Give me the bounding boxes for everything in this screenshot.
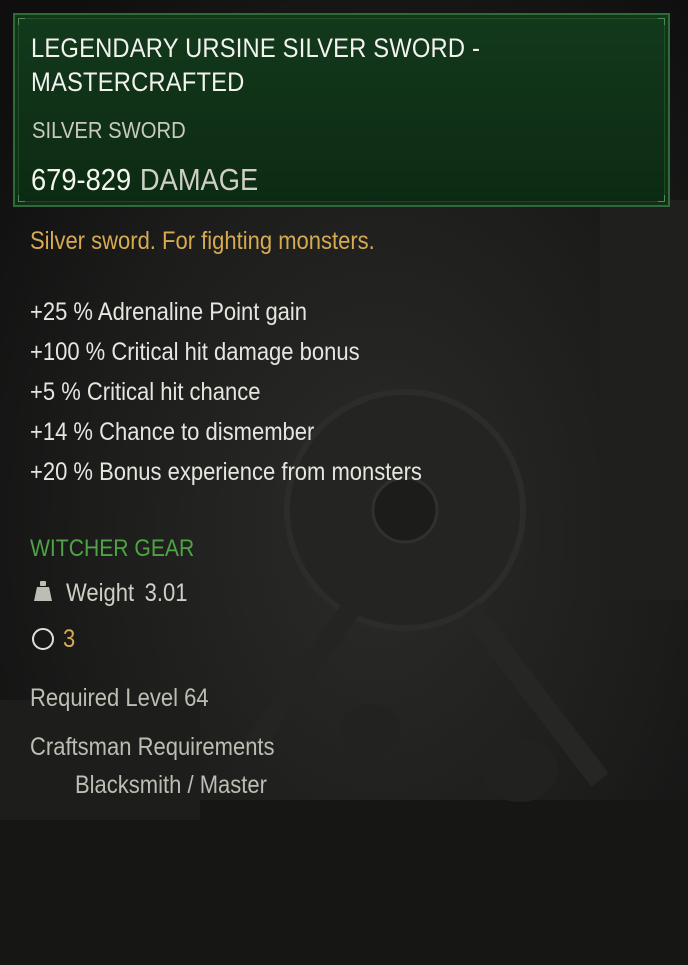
stat-line: +25 % Adrenaline Point gain	[30, 298, 308, 326]
item-header: LEGENDARY URSINE SILVER SWORD - MASTERCR…	[13, 13, 670, 207]
frame-corner	[658, 195, 665, 202]
required-level: Required Level 64	[30, 684, 209, 712]
craftsman-requirements-value: Blacksmith / Master	[75, 771, 267, 799]
weight-value: 3.01	[144, 579, 188, 607]
frame-corner	[18, 18, 25, 25]
weight-row: Weight 3.01	[30, 576, 204, 610]
craftsman-requirements-label: Craftsman Requirements	[30, 733, 275, 761]
stat-line: +5 % Critical hit chance	[30, 378, 261, 406]
stat-line: +14 % Chance to dismember	[30, 418, 315, 446]
damage-value: 679-829	[31, 162, 132, 197]
item-type: SILVER SWORD	[32, 117, 186, 143]
damage-label: DAMAGE	[139, 162, 259, 197]
weight-icon	[30, 579, 56, 608]
stat-line: +100 % Critical hit damage bonus	[30, 338, 360, 366]
upgrade-slots-row: 3	[32, 623, 77, 655]
upgrade-slot-icon	[32, 628, 54, 650]
item-tooltip: LEGENDARY URSINE SILVER SWORD - MASTERCR…	[0, 0, 688, 965]
item-description: Silver sword. For fighting monsters.	[30, 227, 375, 255]
upgrade-slot-count: 3	[63, 625, 76, 653]
stat-line: +20 % Bonus experience from monsters	[30, 458, 422, 486]
frame-corner	[658, 18, 665, 25]
frame-corner	[18, 195, 25, 202]
item-name: LEGENDARY URSINE SILVER SWORD - MASTERCR…	[31, 33, 481, 97]
weight-label: Weight	[66, 579, 135, 607]
stat-list: +25 % Adrenaline Point gain +100 % Criti…	[30, 292, 475, 492]
gear-set-label: WITCHER GEAR	[30, 535, 195, 562]
weight-text: Weight 3.01	[66, 576, 187, 610]
damage-row: 679-829 DAMAGE	[31, 161, 258, 199]
